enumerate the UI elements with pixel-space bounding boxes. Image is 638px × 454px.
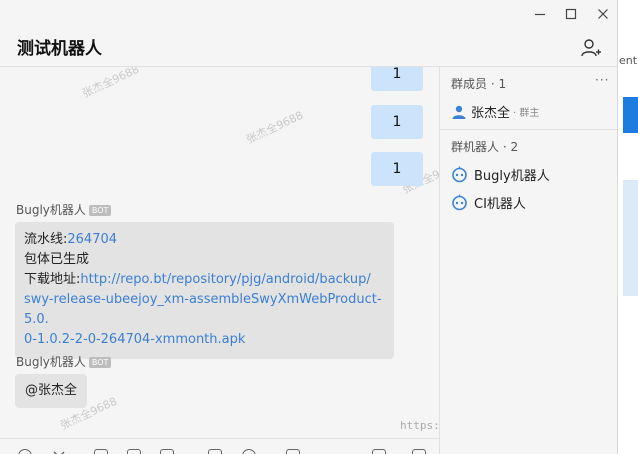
message-line: 流水线:264704 [24,230,386,250]
sender-name: Bugly机器人 [16,203,86,217]
bot-message-bubble[interactable]: @张杰全 [15,374,88,408]
group-sidebar: 群成员 · 1 ··· 张杰全 · 群主 群机器人 · 2 Bugly机器人 C… [439,67,617,454]
title-bar: 测试机器人 [0,0,617,67]
watermark: 张杰全9688 [244,108,306,147]
folder-icon[interactable] [160,449,174,454]
robots-header: 群机器人 · 2 [451,140,519,154]
robot-icon [452,166,467,183]
members-header: 群成员 · 1 [451,77,507,91]
download-label: 下载地址: [24,272,81,287]
robot-name: Bugly机器人 [474,169,550,184]
sender-name: Bugly机器人 [16,355,86,369]
download-link[interactable]: swy-release-ubeejoy_xm-assembleSwyXmWebP… [24,290,386,330]
minimize-icon[interactable] [530,7,550,25]
bot-badge: BOT [88,205,112,216]
robot-icon [452,194,467,211]
message-sender: Bugly机器人 BOT [16,353,112,370]
at-icon[interactable] [242,449,256,454]
user-icon [452,105,466,119]
my-message-bubble[interactable]: 1 [371,67,423,91]
history-icon[interactable] [208,449,222,454]
bot-message-bubble[interactable]: 流水线:264704 包体已生成 下载地址:http://repo.bt/rep… [15,222,394,359]
message-area[interactable]: 张杰全9688 张杰全9688 张杰全9688 张杰全9688 1 1 1 Bu… [0,67,439,454]
pipeline-link[interactable]: 264704 [67,232,117,247]
pipeline-label: 流水线: [24,232,68,247]
background-app-text: ent [619,54,638,67]
download-link[interactable]: http://repo.bt/repository/pjg/android/ba… [80,272,370,287]
chat-window: 测试机器人 张杰全9688 张杰全9688 张杰全9688 张杰全9688 1 … [0,0,617,454]
file-icon[interactable] [94,449,108,454]
robot-item[interactable]: CI机器人 [451,193,526,212]
tasks-icon[interactable] [372,449,386,454]
background-app-panel [623,180,638,296]
message-sender: Bugly机器人 BOT [16,201,112,218]
member-name: 张杰全 [471,106,511,121]
add-member-icon[interactable] [580,37,602,59]
message-line: 下载地址:http://repo.bt/repository/pjg/andro… [24,270,386,290]
bot-badge: BOT [88,357,112,368]
robot-name: CI机器人 [474,197,526,212]
background-app-button [623,97,638,133]
emoji-icon[interactable] [18,449,32,454]
screenshot-icon[interactable] [286,449,300,454]
divider [440,129,617,130]
my-message-bubble[interactable]: 1 [371,105,423,139]
watermark: 张杰全9688 [80,67,142,101]
chat-title: 测试机器人 [17,39,102,59]
download-link[interactable]: 0-1.0.2-2-0-264704-xmmonth.apk [24,330,386,350]
more-tools-icon[interactable] [412,449,426,454]
message-line: 包体已生成 [24,252,90,267]
input-toolbar [0,438,439,454]
close-icon[interactable] [593,7,613,25]
scissors-icon[interactable] [52,449,66,454]
github-url: https://github.com/zhangjiequan [400,419,439,432]
member-item[interactable]: 张杰全 · 群主 [451,102,539,121]
image-icon[interactable] [127,449,141,454]
my-message-bubble[interactable]: 1 [371,152,423,186]
member-role: · 群主 [513,108,540,119]
robot-item[interactable]: Bugly机器人 [451,165,550,184]
more-options-icon[interactable]: ··· [595,73,609,87]
maximize-icon[interactable] [561,7,581,25]
